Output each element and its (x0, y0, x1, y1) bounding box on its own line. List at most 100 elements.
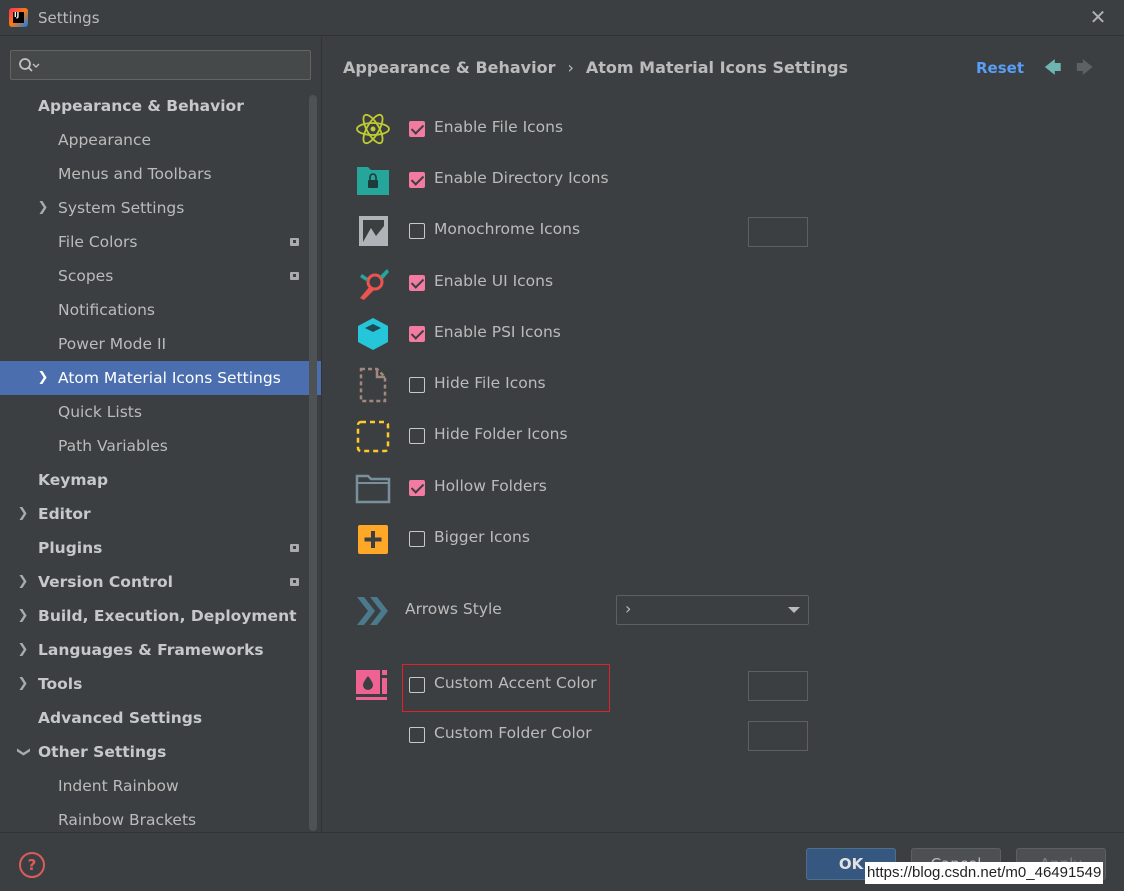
settings-content: Appearance & Behavior › Atom Material Icon… (322, 37, 1124, 832)
hide-file-icons-checkbox[interactable] (409, 377, 425, 393)
sidebar-item-quick-lists[interactable]: Quick Lists (0, 395, 321, 429)
sidebar-item-label: Version Control (38, 573, 173, 591)
enable-ui-icons-checkbox[interactable] (409, 275, 425, 291)
option-bigger-icons: Bigger Icons (322, 518, 1124, 558)
sidebar-item-other-settings[interactable]: ❯ Other Settings (0, 735, 321, 769)
accent-color-swatch[interactable] (748, 671, 808, 701)
sidebar-item-appearance-behavior[interactable]: Appearance & Behavior (0, 89, 321, 123)
bigger-icons-checkbox[interactable] (409, 531, 425, 547)
monochrome-icons-checkbox[interactable] (409, 223, 425, 239)
chevron-right-icon[interactable]: ❯ (37, 191, 49, 225)
hollow-folder-icon (355, 474, 391, 504)
close-icon[interactable]: ✕ (1088, 6, 1108, 28)
chevron-right-icon[interactable]: ❯ (37, 361, 49, 395)
hollow-folders-checkbox[interactable] (409, 480, 425, 496)
sidebar-item-label: Quick Lists (58, 403, 142, 421)
title-bar: IJ Settings ✕ (0, 0, 1124, 36)
monochrome-icons-label[interactable]: Monochrome Icons (434, 220, 580, 238)
ui-tools-icon (360, 269, 389, 300)
sidebar-item-tools[interactable]: ❯ Tools (0, 667, 321, 701)
sidebar-item-atom-material-icons[interactable]: ❯ Atom Material Icons Settings (0, 361, 321, 395)
sidebar-item-label: Other Settings (38, 743, 167, 761)
option-enable-psi-icons: Enable PSI Icons (322, 313, 1124, 353)
help-icon[interactable]: ? (19, 852, 45, 878)
sidebar-item-label: Menus and Toolbars (58, 165, 212, 183)
sidebar-item-notifications[interactable]: Notifications (0, 293, 321, 327)
sidebar-item-languages-frameworks[interactable]: ❯ Languages & Frameworks (0, 633, 321, 667)
breadcrumb: Appearance & Behavior › Atom Material Icon… (343, 58, 848, 77)
intellij-logo-icon: IJ (9, 8, 28, 27)
enable-psi-icons-label[interactable]: Enable PSI Icons (434, 323, 561, 341)
sidebar-item-label: Tools (38, 675, 83, 693)
forward-arrow-icon[interactable]: 🡆 (1076, 55, 1094, 84)
double-chevron-icon (357, 597, 388, 625)
psi-cube-icon (358, 318, 388, 350)
sidebar-item-power-mode[interactable]: Power Mode II (0, 327, 321, 361)
option-hide-folder-icons: Hide Folder Icons (322, 415, 1124, 455)
chevron-right-icon[interactable]: ❯ (17, 667, 29, 701)
monochrome-image-icon (359, 216, 388, 246)
sidebar-item-menus-toolbars[interactable]: Menus and Toolbars (0, 157, 321, 191)
bigger-icons-label[interactable]: Bigger Icons (434, 528, 530, 546)
hide-file-icons-label[interactable]: Hide File Icons (434, 374, 546, 392)
hollow-folders-label[interactable]: Hollow Folders (434, 477, 547, 495)
option-monochrome-icons: Monochrome Icons (322, 210, 1124, 250)
enable-directory-icons-checkbox[interactable] (409, 172, 425, 188)
sidebar-item-label: Notifications (58, 301, 156, 319)
sidebar-item-editor[interactable]: ❯ Editor (0, 497, 321, 531)
chevron-right-icon[interactable]: ❯ (17, 599, 29, 633)
folder-color-swatch[interactable] (748, 721, 808, 751)
back-arrow-icon[interactable]: 🡄 (1044, 55, 1062, 84)
reset-link[interactable]: Reset (976, 59, 1024, 77)
chevron-right-icon[interactable]: ❯ (17, 633, 29, 667)
arrows-style-dropdown[interactable]: › (616, 595, 809, 625)
project-scope-icon (290, 544, 299, 552)
chevron-down-icon[interactable]: ❯ (6, 746, 40, 758)
sidebar-item-label: Power Mode II (58, 335, 167, 353)
enable-file-icons-label[interactable]: Enable File Icons (434, 118, 563, 136)
sidebar-item-appearance[interactable]: Appearance (0, 123, 321, 157)
sidebar-item-label: Rainbow Brackets (58, 811, 197, 829)
project-scope-icon (290, 238, 299, 246)
search-field[interactable] (10, 50, 311, 80)
sidebar-item-indent-rainbow[interactable]: Indent Rainbow (0, 769, 321, 803)
settings-sidebar: Appearance & Behavior Appearance Menus a… (0, 37, 321, 832)
sidebar-item-advanced-settings[interactable]: Advanced Settings (0, 701, 321, 735)
sidebar-item-scopes[interactable]: Scopes (0, 259, 321, 293)
sidebar-item-label: Editor (38, 505, 91, 523)
project-scope-icon (290, 272, 299, 280)
enable-directory-icons-label[interactable]: Enable Directory Icons (434, 169, 609, 187)
chevron-right-icon[interactable]: ❯ (17, 565, 29, 599)
sidebar-scrollbar[interactable] (309, 95, 317, 831)
folder-lock-icon (357, 167, 389, 195)
sidebar-item-label: Atom Material Icons Settings (58, 369, 281, 387)
enable-psi-icons-checkbox[interactable] (409, 326, 425, 342)
chevron-down-icon (788, 607, 800, 613)
breadcrumb-current: Atom Material Icons Settings (585, 58, 849, 77)
custom-folder-color-label[interactable]: Custom Folder Color (434, 724, 592, 742)
atom-icon (356, 113, 390, 145)
sidebar-item-label: Scopes (58, 267, 114, 285)
custom-folder-color-checkbox[interactable] (409, 727, 425, 743)
search-input[interactable] (45, 55, 305, 75)
option-enable-directory-icons: Enable Directory Icons (322, 159, 1124, 199)
breadcrumb-parent[interactable]: Appearance & Behavior (343, 58, 555, 77)
sidebar-item-path-variables[interactable]: Path Variables (0, 429, 321, 463)
sidebar-item-label: Appearance (58, 131, 152, 149)
sidebar-item-build-execution[interactable]: ❯ Build, Execution, Deployment (0, 599, 321, 633)
sidebar-item-label: File Colors (58, 233, 138, 251)
sidebar-item-keymap[interactable]: Keymap (0, 463, 321, 497)
chevron-right-icon[interactable]: ❯ (17, 497, 29, 531)
sidebar-item-file-colors[interactable]: File Colors (0, 225, 321, 259)
hide-folder-icons-label[interactable]: Hide Folder Icons (434, 425, 568, 443)
hide-folder-icons-checkbox[interactable] (409, 428, 425, 444)
enable-ui-icons-label[interactable]: Enable UI Icons (434, 272, 553, 290)
enable-file-icons-checkbox[interactable] (409, 121, 425, 137)
sidebar-item-plugins[interactable]: Plugins (0, 531, 321, 565)
plus-square-icon (358, 525, 388, 554)
sidebar-item-system-settings[interactable]: ❯ System Settings (0, 191, 321, 225)
monochrome-color-swatch[interactable] (748, 217, 808, 247)
window-title: Settings (38, 9, 100, 27)
sidebar-item-label: Path Variables (58, 437, 168, 455)
sidebar-item-version-control[interactable]: ❯ Version Control (0, 565, 321, 599)
